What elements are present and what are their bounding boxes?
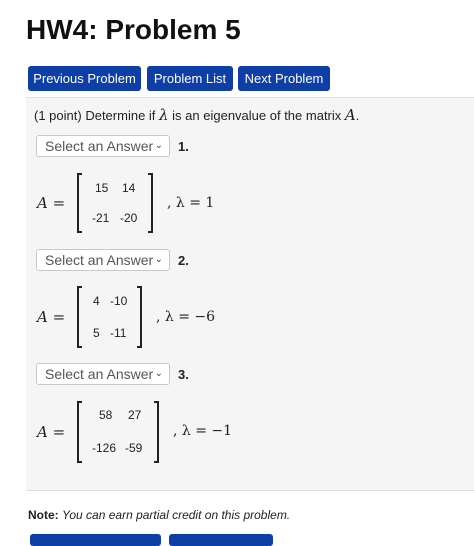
next-problem-button[interactable]: Next Problem xyxy=(238,66,330,91)
lambda-symbol: λ xyxy=(159,106,169,124)
problem-list-button[interactable]: Problem List xyxy=(147,66,233,91)
part-number-2: 2. xyxy=(178,253,189,268)
matrix-cell: 14 xyxy=(122,181,136,195)
matrix-symbol: A xyxy=(344,106,356,124)
part-number-1: 1. xyxy=(178,139,189,154)
matrix-cell: -10 xyxy=(110,294,128,308)
part-number-3: 3. xyxy=(178,367,189,382)
answer-select-1[interactable]: Select an Answer ⌄ xyxy=(36,135,170,157)
chevron-down-icon: ⌄ xyxy=(154,368,163,379)
previous-problem-button[interactable]: Previous Problem xyxy=(28,66,141,91)
matrix-cell: 15 xyxy=(95,181,109,195)
select-value: Select an Answer xyxy=(45,252,154,268)
select-value: Select an Answer xyxy=(45,366,154,382)
submit-button-partial[interactable] xyxy=(30,534,161,546)
matrix-right-bracket xyxy=(154,401,159,463)
matrix-left-bracket xyxy=(77,286,82,348)
matrix-left-bracket xyxy=(77,173,82,233)
matrix-right-bracket xyxy=(148,173,153,233)
lambda-value-2: , λ = −6 xyxy=(156,309,216,325)
matrix-right-bracket xyxy=(137,286,142,348)
prompt-period: . xyxy=(355,108,360,123)
matrix-label-2: A = xyxy=(37,308,66,326)
select-value: Select an Answer xyxy=(45,138,154,154)
matrix-cell: 4 xyxy=(93,294,100,308)
matrix-label-3: A = xyxy=(37,423,66,441)
matrix-cell: -21 xyxy=(92,211,110,225)
note-text: You can earn partial credit on this prob… xyxy=(62,508,291,522)
matrix-cell: -20 xyxy=(120,211,138,225)
partial-credit-note: Note: You can earn partial credit on thi… xyxy=(28,508,290,522)
matrix-cell: -59 xyxy=(125,441,143,455)
prompt-text: Determine if xyxy=(85,108,156,123)
note-label: Note: xyxy=(28,508,59,522)
chevron-down-icon: ⌄ xyxy=(154,254,163,265)
points-label: (1 point) xyxy=(34,108,82,123)
problem-statement: (1 point) Determine if λ is an eigenvalu… xyxy=(34,106,359,124)
matrix-cell: 27 xyxy=(128,408,142,422)
prompt-text-middle: is an eigenvalue of the matrix xyxy=(172,108,342,123)
matrix-label-1: A = xyxy=(37,194,66,212)
answer-select-2[interactable]: Select an Answer ⌄ xyxy=(36,249,170,271)
preview-button-partial[interactable] xyxy=(169,534,273,546)
matrix-cell: 58 xyxy=(99,408,113,422)
lambda-value-3: , λ = −1 xyxy=(173,423,233,439)
answer-select-3[interactable]: Select an Answer ⌄ xyxy=(36,363,170,385)
matrix-cell: -126 xyxy=(92,441,117,455)
lambda-value-1: , λ = 1 xyxy=(167,195,215,211)
page-title: HW4: Problem 5 xyxy=(26,14,241,45)
matrix-cell: -11 xyxy=(110,326,127,340)
matrix-left-bracket xyxy=(77,401,82,463)
chevron-down-icon: ⌄ xyxy=(154,140,163,151)
matrix-cell: 5 xyxy=(93,326,100,340)
